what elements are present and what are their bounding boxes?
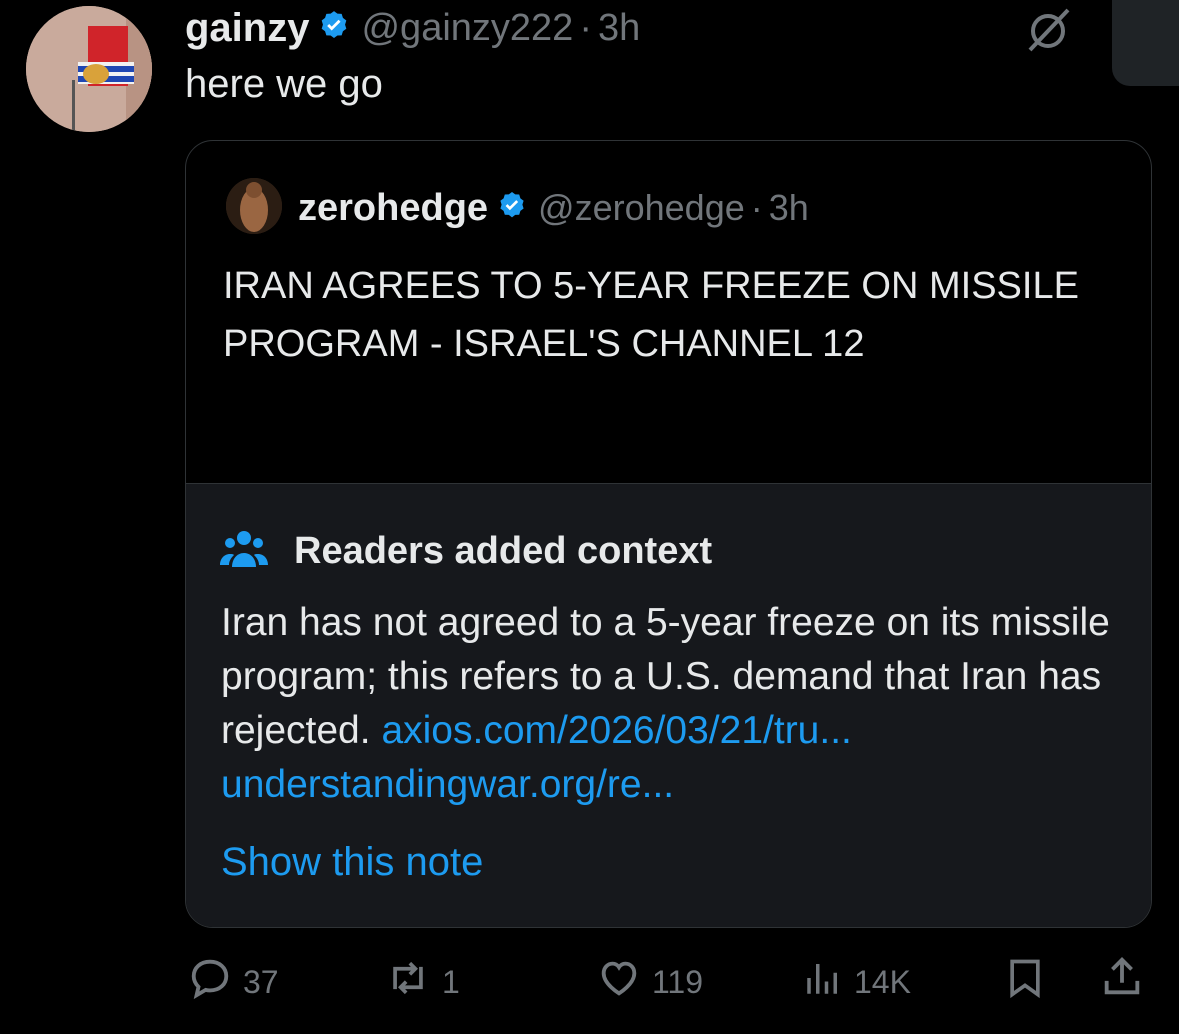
grok-icon[interactable] <box>1024 6 1074 54</box>
quoted-avatar[interactable] <box>226 178 282 234</box>
avatar[interactable] <box>26 6 152 132</box>
quoted-tweet-text: IRAN AGREES TO 5-YEAR FREEZE ON MISSILE … <box>223 265 1079 365</box>
verified-badge-icon <box>317 9 351 48</box>
like-icon <box>596 955 642 1009</box>
bookmark-icon <box>1003 955 1047 1009</box>
views-button[interactable]: 14K <box>802 955 911 1009</box>
quoted-author-handle[interactable]: @zerohedge <box>538 187 745 229</box>
show-note-button[interactable]: Show this note <box>221 840 483 885</box>
repost-button[interactable]: 1 <box>384 955 460 1009</box>
like-button[interactable]: 119 <box>596 955 703 1009</box>
timestamp[interactable]: 3h <box>598 7 640 50</box>
reply-button[interactable]: 37 <box>187 955 279 1009</box>
reply-icon <box>187 955 233 1009</box>
quoted-header: zerohedge @zerohedge · 3h <box>298 183 809 233</box>
overflow-panel <box>1112 0 1179 86</box>
quoted-tweet-card[interactable]: zerohedge @zerohedge · 3h IRAN AGREES TO… <box>185 140 1152 928</box>
avatar-image <box>26 6 152 132</box>
reply-count: 37 <box>243 963 279 1000</box>
share-icon <box>1099 953 1145 1009</box>
repost-icon <box>384 955 432 1009</box>
note-body: Iran has not agreed to a 5-year freeze o… <box>221 596 1121 812</box>
quoted-author-name[interactable]: zerohedge <box>298 187 488 230</box>
note-link-understandingwar[interactable]: understandingwar.org/re... <box>221 763 674 806</box>
community-note[interactable]: Readers added context Iran has not agree… <box>186 483 1151 927</box>
separator: · <box>579 6 592 49</box>
like-count: 119 <box>652 963 704 1000</box>
author-handle[interactable]: @gainzy222 <box>361 7 573 50</box>
views-icon <box>802 955 844 1009</box>
tweet-header: gainzy @gainzy222 · 3h <box>185 2 640 54</box>
action-bar: 37 1 119 14K <box>0 950 1179 1010</box>
note-title: Readers added context <box>294 529 713 572</box>
tweet-text: here we go <box>185 62 383 106</box>
separator: · <box>750 187 763 228</box>
share-button[interactable] <box>1099 953 1145 1009</box>
note-header: Readers added context <box>220 526 712 576</box>
quoted-timestamp[interactable]: 3h <box>769 187 809 229</box>
verified-badge-icon <box>496 190 528 227</box>
repost-count: 1 <box>442 963 460 1000</box>
bookmark-button[interactable] <box>1003 955 1047 1009</box>
views-count: 14K <box>854 963 911 1000</box>
author-name[interactable]: gainzy <box>185 6 309 51</box>
community-notes-icon <box>220 529 268 574</box>
note-link-axios[interactable]: axios.com/2026/03/21/tru... <box>381 709 851 752</box>
